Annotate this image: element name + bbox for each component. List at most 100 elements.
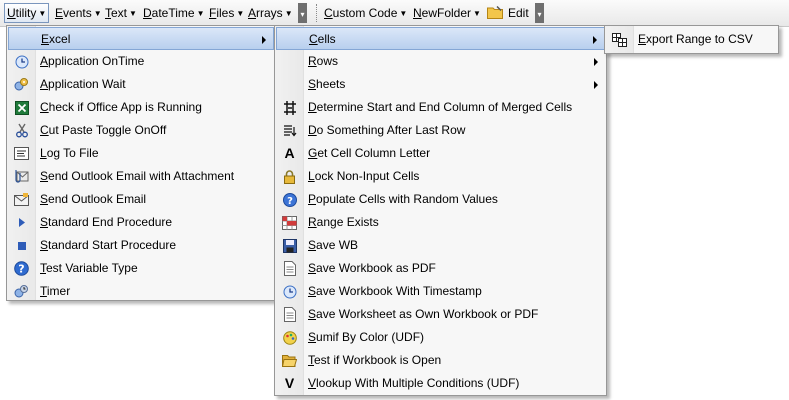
files-label: Files bbox=[209, 6, 235, 20]
toolbar: Utility ▼ Events ▼ Text ▼ DateTime ▼ Files ▼ … bbox=[0, 0, 789, 27]
menu-item-label: Vlookup With Multiple Conditions (UDF) bbox=[308, 376, 520, 390]
menu-item-log-to-file[interactable]: Log To File bbox=[8, 142, 274, 165]
dropdown-caret-icon: ▼ bbox=[473, 9, 481, 18]
menu-item-label: Excel bbox=[41, 32, 71, 46]
events-menu-button[interactable]: Events ▼ bbox=[53, 3, 104, 23]
letter-a-icon: A bbox=[284, 145, 295, 161]
utility-dropdown-menu: Excel Application OnTime Application Wai… bbox=[6, 25, 276, 301]
menu-item-label: Save Worksheet as Own Workbook or PDF bbox=[308, 307, 539, 321]
menu-item-label: Send Outlook Email bbox=[40, 192, 147, 206]
utility-label: Utility bbox=[7, 6, 37, 20]
files-menu-button[interactable]: Files ▼ bbox=[207, 3, 246, 23]
menu-item-export-range-csv[interactable]: Export Range to CSV bbox=[606, 28, 777, 51]
arrays-menu-button[interactable]: Arrays ▼ bbox=[246, 3, 295, 23]
export-grid-icon bbox=[612, 32, 627, 47]
menu-item-application-wait[interactable]: Application Wait bbox=[8, 73, 274, 96]
menu-item-save-worksheet[interactable]: Save Worksheet as Own Workbook or PDF bbox=[276, 303, 605, 326]
menu-item-label: Standard End Procedure bbox=[40, 215, 173, 229]
menu-item-label: Application OnTime bbox=[40, 54, 145, 68]
svg-text:?: ? bbox=[287, 196, 293, 207]
menu-item-label: Save WB bbox=[308, 238, 359, 252]
svg-text:?: ? bbox=[18, 263, 24, 276]
envelope-icon bbox=[14, 192, 29, 207]
menu-item-test-workbook-open[interactable]: Test if Workbook is Open bbox=[276, 349, 605, 372]
menu-item-label: Cells bbox=[309, 32, 336, 46]
menu-item-save-with-timestamp[interactable]: Save Workbook With Timestamp bbox=[276, 280, 605, 303]
menu-item-test-variable-type[interactable]: ? Test Variable Type bbox=[8, 257, 274, 280]
timer-icon bbox=[14, 284, 29, 299]
submenu-arrow-icon bbox=[593, 36, 597, 44]
lock-icon bbox=[282, 169, 297, 184]
document-icon bbox=[282, 261, 297, 276]
menu-item-standard-start-procedure[interactable]: Standard Start Procedure bbox=[8, 234, 274, 257]
last-row-icon bbox=[282, 123, 297, 138]
menu-item-label: Standard Start Procedure bbox=[40, 238, 177, 252]
menu-item-check-office-app[interactable]: Check if Office App is Running bbox=[8, 96, 274, 119]
arrays-label: Arrays bbox=[248, 6, 283, 20]
submenu-arrow-icon bbox=[594, 81, 598, 89]
outlook-attachment-icon bbox=[14, 169, 29, 184]
menu-item-label: Range Exists bbox=[308, 215, 379, 229]
events-label: Events bbox=[55, 6, 92, 20]
menu-item-save-wb[interactable]: Save WB bbox=[276, 234, 605, 257]
menu-item-range-exists[interactable]: Range Exists bbox=[276, 211, 605, 234]
menu-item-cells[interactable]: Cells bbox=[276, 27, 605, 50]
dropdown-caret-icon: ▼ bbox=[196, 9, 205, 18]
menu-item-timer[interactable]: Timer bbox=[8, 280, 274, 303]
excel-submenu: Cells Rows Sheets Determine Start and En… bbox=[274, 25, 607, 396]
menu-item-send-outlook-email[interactable]: Send Outlook Email bbox=[8, 188, 274, 211]
menu-item-label: Lock Non-Input Cells bbox=[308, 169, 420, 183]
menu-item-save-as-pdf[interactable]: Save Workbook as PDF bbox=[276, 257, 605, 280]
menu-item-sumif-by-color[interactable]: Sumif By Color (UDF) bbox=[276, 326, 605, 349]
newfolder-menu-button[interactable]: NewFolder ▼ bbox=[411, 3, 483, 23]
custom-code-label: Custom Code bbox=[324, 6, 398, 20]
menu-item-label: Do Something After Last Row bbox=[308, 123, 466, 137]
menu-item-application-ontime[interactable]: Application OnTime bbox=[8, 50, 274, 73]
menu-item-random-values[interactable]: ? Populate Cells with Random Values bbox=[276, 188, 605, 211]
menu-item-standard-end-procedure[interactable]: Standard End Procedure bbox=[8, 211, 274, 234]
menu-item-label: Log To File bbox=[40, 146, 99, 160]
menu-item-label: Save Workbook With Timestamp bbox=[308, 284, 482, 298]
menu-item-lock-non-input[interactable]: Lock Non-Input Cells bbox=[276, 165, 605, 188]
menu-item-label: Send Outlook Email with Attachment bbox=[40, 169, 235, 183]
dropdown-caret-icon: ▼ bbox=[93, 9, 102, 18]
toolbar-overflow-grip-icon[interactable]: ▾ bbox=[535, 3, 544, 23]
submenu-arrow-icon bbox=[594, 58, 598, 66]
textbox-icon bbox=[14, 146, 29, 161]
edit-button[interactable]: Edit bbox=[485, 3, 531, 23]
letter-v-icon: V bbox=[284, 375, 295, 391]
menu-item-send-outlook-attachment[interactable]: Send Outlook Email with Attachment bbox=[8, 165, 274, 188]
dropdown-caret-icon: ▼ bbox=[284, 9, 293, 18]
datetime-menu-button[interactable]: DateTime ▼ bbox=[141, 3, 207, 23]
triangle-right-icon bbox=[14, 215, 29, 230]
dropdown-caret-icon: ▼ bbox=[38, 9, 47, 18]
menu-item-vlookup-multiple[interactable]: V Vlookup With Multiple Conditions (UDF) bbox=[276, 372, 605, 395]
help-icon: ? bbox=[14, 261, 29, 276]
excel-icon bbox=[14, 100, 29, 115]
dropdown-caret-icon: ▼ bbox=[399, 9, 408, 18]
menu-item-label: Cut Paste Toggle OnOff bbox=[40, 123, 167, 137]
menu-item-label: Sumif By Color (UDF) bbox=[308, 330, 425, 344]
random-icon: ? bbox=[282, 192, 297, 207]
menu-item-after-last-row[interactable]: Do Something After Last Row bbox=[276, 119, 605, 142]
menu-item-merged-cells[interactable]: Determine Start and End Column of Merged… bbox=[276, 96, 605, 119]
clock-icon bbox=[14, 54, 29, 69]
menu-item-rows[interactable]: Rows bbox=[276, 50, 605, 73]
document-icon bbox=[282, 307, 297, 322]
text-menu-button[interactable]: Text ▼ bbox=[103, 3, 139, 23]
edit-label: Edit bbox=[508, 6, 529, 20]
folder-edit-icon bbox=[487, 6, 503, 19]
menu-item-label: Get Cell Column Letter bbox=[308, 146, 431, 160]
custom-code-menu-button[interactable]: Custom Code ▼ bbox=[322, 3, 409, 23]
palette-icon bbox=[282, 330, 297, 345]
menu-item-get-column-letter[interactable]: A Get Cell Column Letter bbox=[276, 142, 605, 165]
submenu-arrow-icon bbox=[262, 36, 266, 44]
menu-item-excel[interactable]: Excel bbox=[8, 27, 274, 50]
square-icon bbox=[14, 238, 29, 253]
utility-menu-button[interactable]: Utility ▼ bbox=[4, 3, 50, 23]
menu-item-cut-paste-toggle[interactable]: Cut Paste Toggle OnOff bbox=[8, 119, 274, 142]
toolbar-overflow-grip-icon[interactable]: ▾ bbox=[298, 3, 307, 23]
text-label: Text bbox=[105, 6, 128, 20]
menu-item-label: Export Range to CSV bbox=[638, 32, 753, 46]
menu-item-sheets[interactable]: Sheets bbox=[276, 73, 605, 96]
